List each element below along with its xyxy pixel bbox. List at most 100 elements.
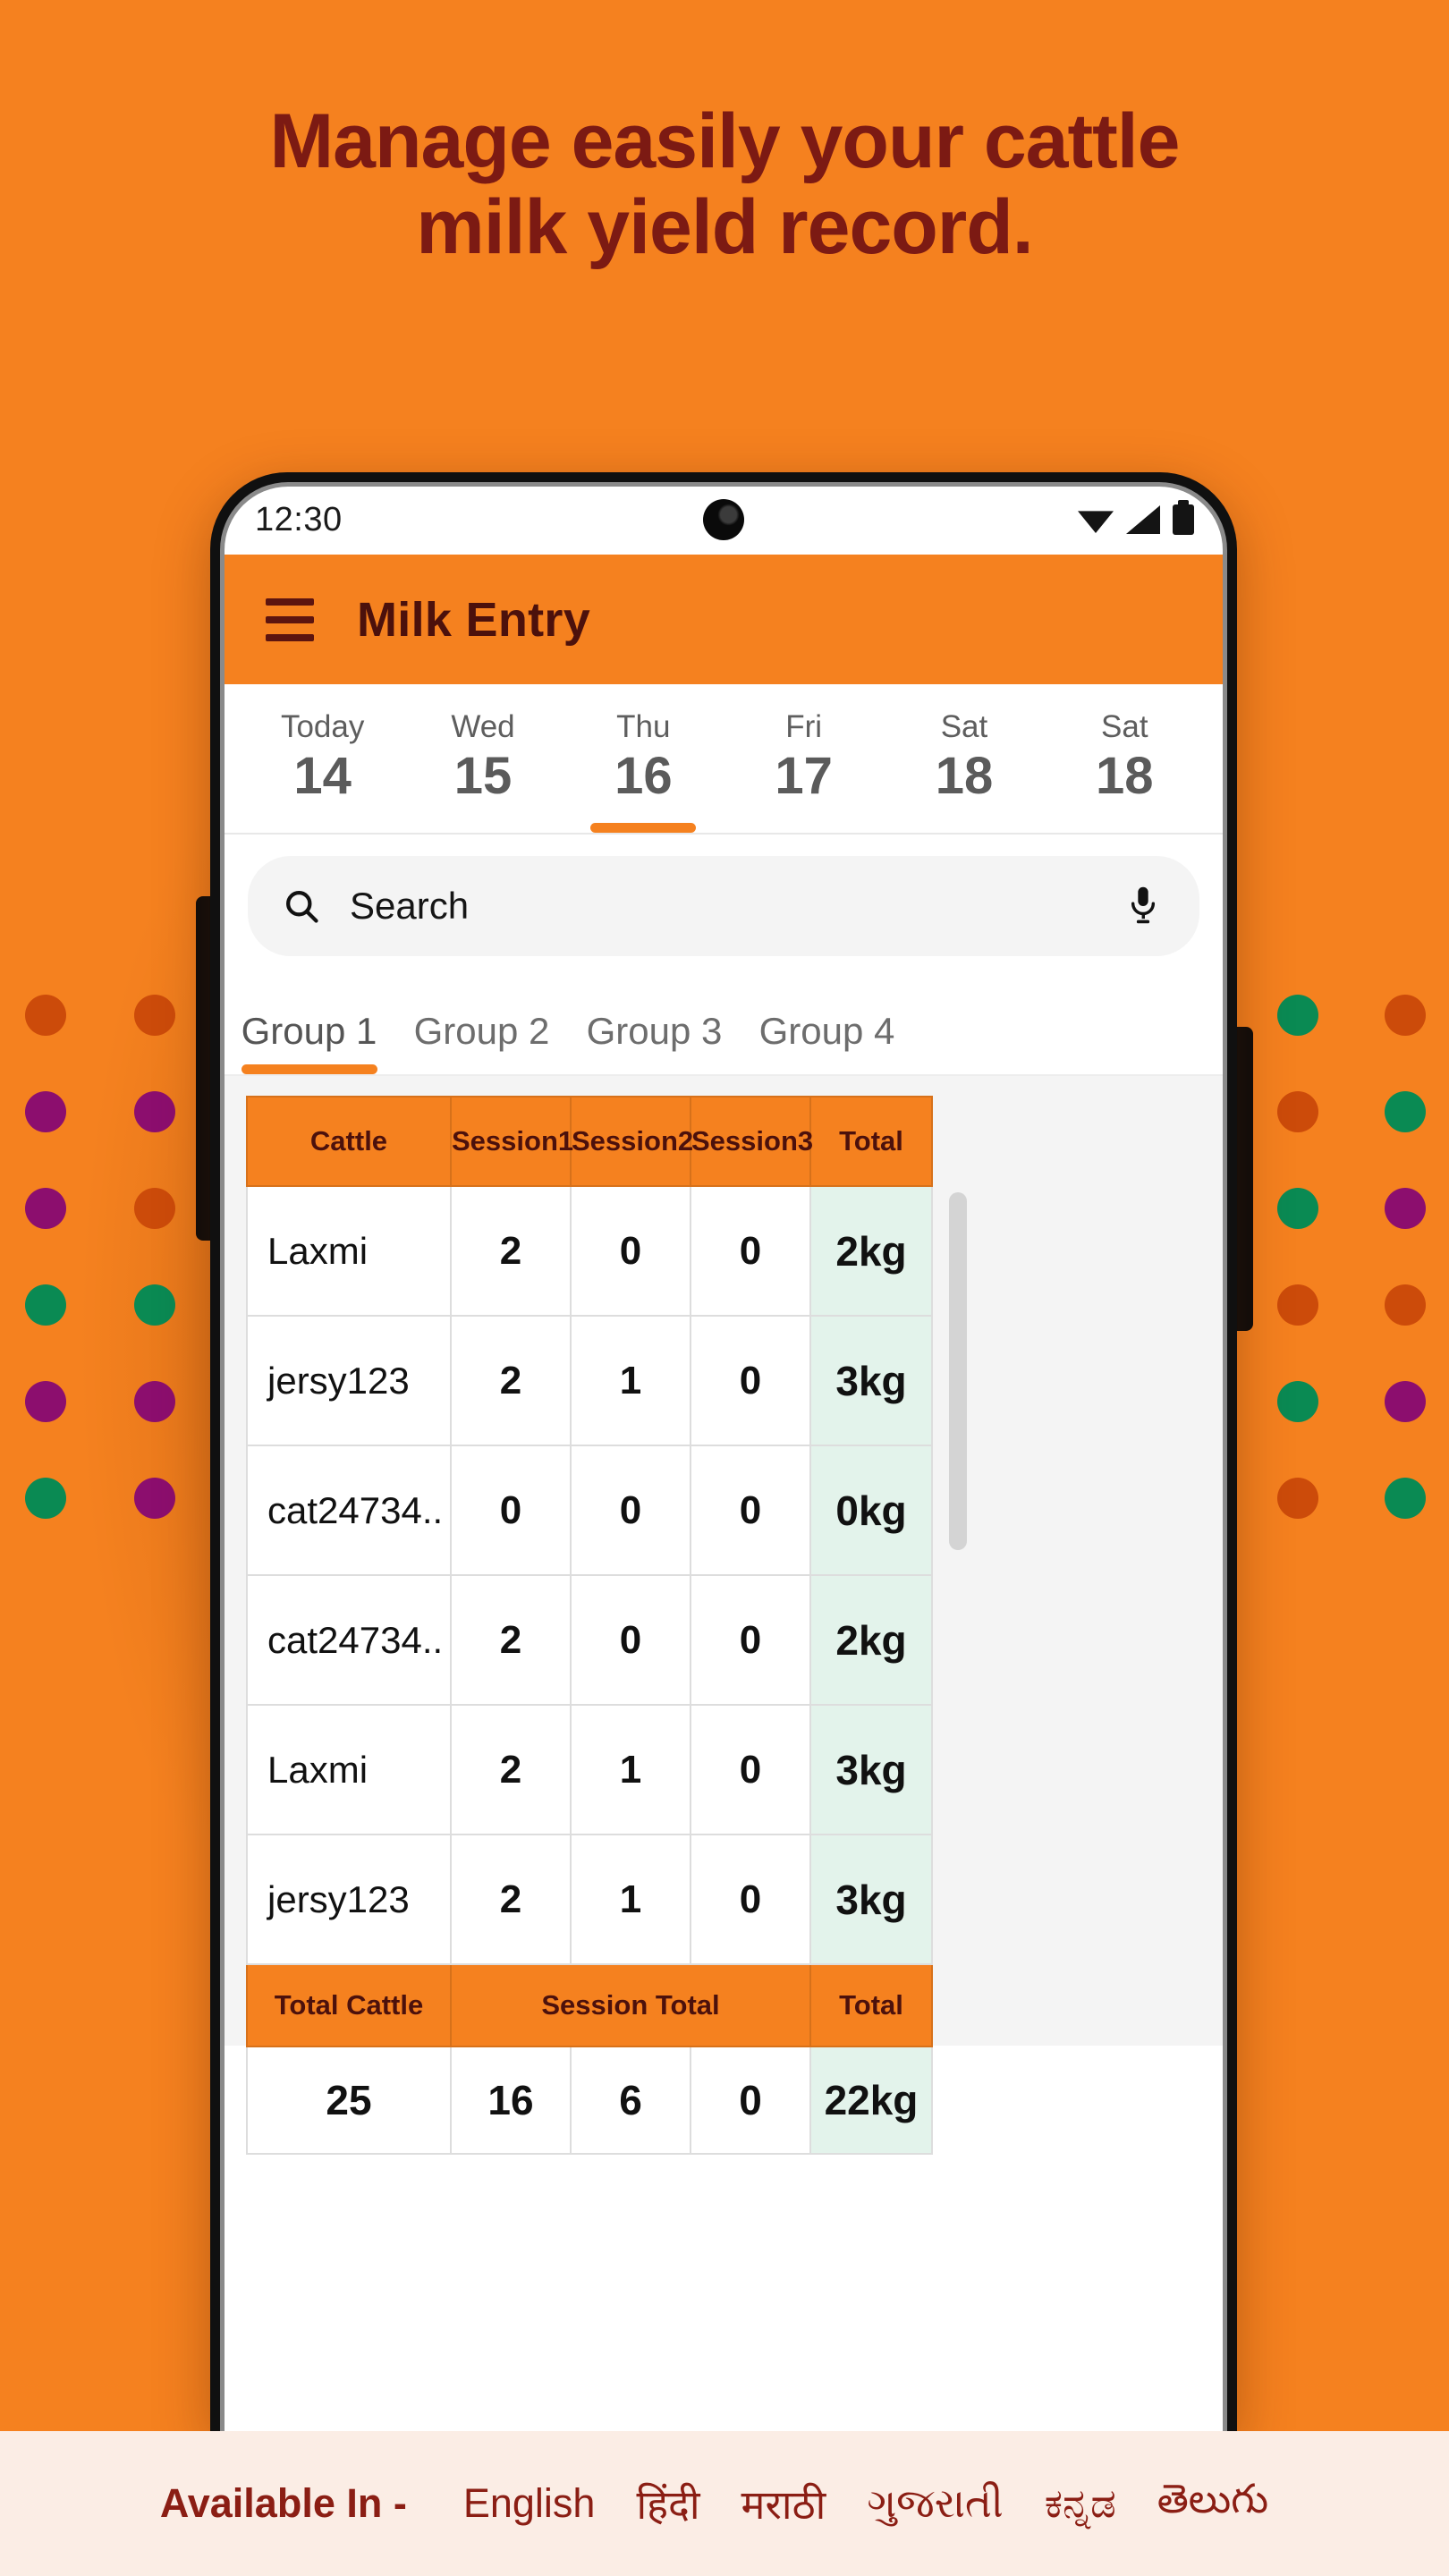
- phone-power-button[interactable]: [1235, 1027, 1253, 1331]
- column-header-session3: Session3: [690, 1096, 813, 1187]
- language-English[interactable]: English: [463, 2480, 596, 2527]
- date-day-of-week: Wed: [451, 709, 515, 744]
- decorative-dot: [134, 1381, 175, 1422]
- table-row[interactable]: jersy123 2 1 0 3kg: [246, 1315, 933, 1446]
- cell-s2[interactable]: 0: [570, 1185, 691, 1317]
- table-row[interactable]: Laxmi 2 1 0 3kg: [246, 1704, 933, 1835]
- date-cell-17[interactable]: Fri 17: [724, 709, 884, 833]
- language-ગુજરાતી[interactable]: ગુજરાતી: [867, 2480, 1003, 2528]
- decorative-dot: [1385, 1091, 1426, 1132]
- cell-total[interactable]: 3kg: [809, 1315, 933, 1446]
- decorative-dot: [1277, 1284, 1318, 1326]
- decorative-dot-column-right-1: [1277, 995, 1318, 1519]
- wifi-icon: [1078, 511, 1114, 533]
- table-row[interactable]: jersy123 2 1 0 3kg: [246, 1834, 933, 1965]
- table-row[interactable]: cat24734.. 2 0 0 2kg: [246, 1574, 933, 1706]
- cell-s1[interactable]: 2: [450, 1704, 572, 1835]
- date-day-of-week: Today: [280, 709, 365, 744]
- decorative-dot: [1385, 1381, 1426, 1422]
- signal-icon: [1126, 505, 1160, 534]
- status-bar: 12:30: [223, 485, 1224, 555]
- footer-header-session-total: Session Total: [450, 1963, 811, 2047]
- tab-group-4[interactable]: Group 4: [741, 996, 913, 1074]
- available-in-label: Available In -: [159, 2480, 407, 2526]
- decorative-dot: [25, 995, 66, 1036]
- language-मराठी[interactable]: मराठी: [741, 2477, 826, 2531]
- page-title: Milk Entry: [357, 592, 591, 647]
- decorative-dot: [25, 1284, 66, 1326]
- status-bar-icons: [1078, 500, 1194, 535]
- cell-s1[interactable]: 2: [450, 1315, 572, 1446]
- front-camera-punch-hole: [703, 499, 744, 540]
- footer-value-total: 22kg: [809, 2046, 933, 2155]
- decorative-dot: [25, 1478, 66, 1519]
- search-bar[interactable]: [248, 856, 1199, 956]
- tab-group-1[interactable]: Group 1: [223, 996, 395, 1074]
- cell-s2[interactable]: 1: [570, 1704, 691, 1835]
- decorative-dot: [1277, 1188, 1318, 1229]
- cell-s3[interactable]: 0: [690, 1185, 811, 1317]
- date-cell-18[interactable]: Sat 18: [884, 709, 1044, 833]
- cell-s2[interactable]: 0: [570, 1445, 691, 1576]
- decorative-dot: [134, 1478, 175, 1519]
- cell-s3[interactable]: 0: [690, 1834, 811, 1965]
- decorative-dot: [25, 1381, 66, 1422]
- cell-s1[interactable]: 2: [450, 1185, 572, 1317]
- cell-total[interactable]: 0kg: [809, 1445, 933, 1576]
- decorative-dot: [1385, 1284, 1426, 1326]
- cell-s2[interactable]: 1: [570, 1315, 691, 1446]
- tab-group-3[interactable]: Group 3: [568, 996, 741, 1074]
- cell-total[interactable]: 2kg: [809, 1574, 933, 1706]
- decorative-dot: [1277, 1381, 1318, 1422]
- battery-icon: [1173, 500, 1194, 535]
- cell-s3[interactable]: 0: [690, 1704, 811, 1835]
- column-header-session2: Session2: [570, 1096, 693, 1187]
- group-tab-bar: Group 1 Group 2 Group 3 Group 4: [223, 979, 1224, 1076]
- milk-entry-table: Cattle Session1 Session2 Session3 Total Laxm…: [246, 1096, 933, 2155]
- cell-total[interactable]: 3kg: [809, 1704, 933, 1835]
- search-icon: [286, 891, 318, 923]
- table-body: Laxmi 2 0 0 2kg jersy123 2 1 0 3kg cat24734.. 0 0 0 0k…: [246, 1185, 933, 1965]
- date-cell-14[interactable]: Today 14: [242, 709, 402, 833]
- decorative-dot: [1385, 1478, 1426, 1519]
- decorative-dot: [1385, 1188, 1426, 1229]
- cell-s3[interactable]: 0: [690, 1445, 811, 1576]
- language-తెలుగు[interactable]: తెలుగు: [1157, 2476, 1268, 2532]
- cell-s2[interactable]: 0: [570, 1574, 691, 1706]
- microphone-icon[interactable]: [1128, 885, 1158, 928]
- tab-group-2[interactable]: Group 2: [395, 996, 568, 1074]
- language-ಕನ್ನಡ[interactable]: ಕನ್ನಡ: [1045, 2480, 1116, 2528]
- cell-cattle: Laxmi: [246, 1704, 452, 1835]
- date-day-number: 15: [453, 747, 513, 805]
- milk-entry-table-area: Cattle Session1 Session2 Session3 Total Laxm…: [223, 1076, 1224, 2155]
- date-day-of-week: Thu: [616, 709, 671, 744]
- date-cell-16[interactable]: Thu 16: [564, 709, 724, 833]
- app-bar: Milk Entry: [223, 555, 1224, 684]
- date-day-number: 18: [935, 747, 994, 805]
- cell-total[interactable]: 2kg: [809, 1185, 933, 1317]
- footer-header-total-cattle: Total Cattle: [246, 1963, 452, 2047]
- cell-cattle: cat24734..: [246, 1445, 452, 1576]
- cell-s3[interactable]: 0: [690, 1315, 811, 1446]
- search-input[interactable]: [350, 885, 1099, 928]
- cell-s1[interactable]: 2: [450, 1574, 572, 1706]
- decorative-dot-column-right-2: [1385, 995, 1426, 1519]
- date-day-number: 16: [614, 747, 673, 805]
- table-row[interactable]: cat24734.. 0 0 0 0kg: [246, 1445, 933, 1576]
- date-day-number: 18: [1096, 747, 1154, 805]
- phone-screen: 12:30 Milk Entry Today 14 Wed 15 Thu 16 Fri 17 S…: [223, 485, 1224, 2431]
- table-footer-value-row: 25 16 6 0 22kg: [246, 2046, 933, 2155]
- cell-s3[interactable]: 0: [690, 1574, 811, 1706]
- cell-s2[interactable]: 1: [570, 1834, 691, 1965]
- decorative-dot: [25, 1188, 66, 1229]
- cell-total[interactable]: 3kg: [809, 1834, 933, 1965]
- cell-s1[interactable]: 0: [450, 1445, 572, 1576]
- date-cell-15[interactable]: Wed 15: [402, 709, 563, 833]
- language-हिंदी[interactable]: हिंदी: [636, 2477, 699, 2531]
- table-vertical-scrollbar[interactable]: [949, 1192, 967, 1550]
- table-row[interactable]: Laxmi 2 0 0 2kg: [246, 1185, 933, 1317]
- date-cell-18[interactable]: Sat 18: [1045, 709, 1205, 833]
- hamburger-menu-icon[interactable]: [266, 597, 314, 641]
- footer-value-session3: 0: [690, 2046, 811, 2155]
- cell-s1[interactable]: 2: [450, 1834, 572, 1965]
